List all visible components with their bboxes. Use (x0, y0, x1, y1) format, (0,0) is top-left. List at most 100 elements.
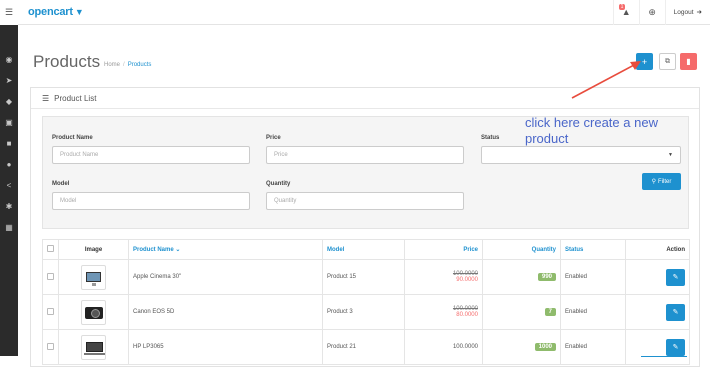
notification-badge: 1 (618, 3, 626, 10)
edit-button[interactable]: ✎ (666, 338, 685, 356)
edit-button[interactable]: ✎ (666, 268, 685, 286)
pencil-icon: ✎ (672, 344, 679, 351)
bar-chart-icon[interactable]: ▦ (0, 217, 18, 238)
gear-icon[interactable]: ✱ (0, 196, 18, 217)
model-label: Model (52, 181, 70, 187)
camera-icon (81, 299, 106, 325)
delete-product-button[interactable]: ▮ (680, 53, 697, 70)
sidebar: ☰ ◉ ➤ ◆ ▣ ■ ● < ✱ ▦ (0, 0, 18, 356)
action-header: Action (625, 239, 690, 260)
header-actions: 1 ▲ ⊕ Logout ➜ (612, 0, 710, 25)
breadcrumb: Home / Products (104, 62, 151, 68)
row-checkbox-cell (42, 259, 59, 295)
row-checkbox[interactable] (47, 307, 54, 315)
pencil-icon: ✎ (672, 309, 679, 316)
menu-icon[interactable]: ☰ (5, 7, 13, 18)
image-cell (58, 329, 129, 365)
action-cell: ✎ (625, 259, 690, 295)
edit-button[interactable]: ✎ (666, 303, 685, 321)
pencil-icon: ✎ (672, 274, 679, 281)
status-header[interactable]: Status (560, 239, 626, 260)
cart-icon[interactable]: ■ (0, 133, 18, 154)
table-row: Apple Cinema 30" Product 15 100.0000 90.0… (42, 259, 690, 295)
quantity-badge: 7 (544, 308, 556, 316)
status-cell: Enabled (560, 259, 626, 295)
model-cell: Product 21 (322, 329, 405, 365)
chevron-down-icon: ▼ (668, 152, 673, 158)
trash-icon: ▮ (686, 57, 691, 66)
quantity-header[interactable]: Quantity (482, 239, 561, 260)
monitor-icon[interactable]: ▣ (0, 112, 18, 133)
add-product-button[interactable]: + (636, 53, 653, 70)
image-header: Image (58, 239, 129, 260)
user-icon[interactable]: ● (0, 154, 18, 175)
table-row: HP LP3065 Product 21 100.0000 1000 Enabl… (42, 329, 690, 365)
model-cell: Product 3 (322, 294, 405, 330)
cart-logo-icon: ▼ (74, 7, 84, 17)
product-name-cell: Apple Cinema 30" (128, 259, 323, 295)
status-label: Status (481, 135, 500, 141)
breadcrumb-products[interactable]: Products (128, 62, 152, 68)
monitor-icon (81, 264, 106, 290)
list-icon: ☰ (42, 93, 50, 103)
breadcrumb-home[interactable]: Home (104, 62, 120, 68)
image-cell (58, 259, 129, 295)
status-cell: Enabled (560, 294, 626, 330)
product-name-cell: Canon EOS 5D (128, 294, 323, 330)
laptop-icon (81, 334, 106, 360)
search-icon: ⚲ (651, 179, 657, 185)
model-cell: Product 15 (322, 259, 405, 295)
tag-icon[interactable]: ➤ (0, 70, 18, 91)
sort-caret-icon: ⌄ (175, 247, 181, 253)
panel-title: Product List (54, 93, 97, 103)
quantity-badge: 990 (537, 273, 556, 281)
logo-text: opencart (28, 6, 73, 18)
product-name-header[interactable]: Product Name ⌄ (128, 239, 323, 260)
notifications-button[interactable]: 1 ▲ (612, 0, 639, 25)
opencart-logo[interactable]: opencart ▼ (28, 6, 84, 18)
quantity-badge: 1000 (534, 343, 556, 351)
product-name-header-label: Product Name (133, 247, 174, 253)
share-icon[interactable]: < (0, 175, 18, 196)
puzzle-icon[interactable]: ◆ (0, 91, 18, 112)
model-input[interactable]: Model (52, 192, 250, 210)
product-name-input[interactable]: Product Name (52, 146, 250, 164)
price-input[interactable]: Price (266, 146, 464, 164)
special-price: 80.0000 (456, 312, 478, 318)
annotation-text: click here create a new product (525, 115, 658, 146)
quantity-input[interactable]: Quantity (266, 192, 464, 210)
model-header[interactable]: Model (322, 239, 405, 260)
image-cell (58, 294, 129, 330)
price-header[interactable]: Price (404, 239, 483, 260)
quantity-cell: 1000 (482, 329, 561, 365)
product-table: Image Product Name ⌄ Model Price Quantit… (42, 239, 690, 365)
breadcrumb-separator: / (123, 62, 125, 68)
status-select[interactable]: ▼ (481, 146, 681, 164)
plus-icon: + (641, 56, 648, 67)
row-checkbox[interactable] (47, 272, 54, 280)
quantity-cell: 7 (482, 294, 561, 330)
copy-product-button[interactable]: ⧉ (659, 53, 676, 70)
filter-button-label: Filter (658, 178, 672, 185)
special-price: 90.0000 (456, 277, 478, 283)
row-checkbox[interactable] (47, 342, 54, 350)
price-label: Price (266, 135, 281, 141)
select-all-checkbox[interactable] (47, 245, 54, 252)
sidebar-toggle[interactable]: ☰ (0, 0, 18, 25)
quantity-label: Quantity (266, 181, 291, 187)
action-cell: ✎ (625, 329, 690, 365)
page-title: Products (33, 52, 101, 71)
action-cell: ✎ (625, 294, 690, 330)
product-name-cell: HP LP3065 (128, 329, 323, 365)
life-ring-icon: ⊕ (648, 6, 656, 17)
logout-label: Logout (673, 8, 694, 16)
dashboard-icon[interactable]: ◉ (0, 49, 18, 70)
filter-button[interactable]: ⚲ Filter (642, 173, 681, 190)
table-row: Canon EOS 5D Product 3 100.0000 80.0000 7… (42, 294, 690, 330)
help-button[interactable]: ⊕ (638, 0, 665, 25)
quantity-cell: 990 (482, 259, 561, 295)
logout-button[interactable]: Logout ➜ (664, 0, 710, 25)
row-checkbox-cell (42, 329, 59, 365)
table-header-row: Image Product Name ⌄ Model Price Quantit… (42, 239, 690, 260)
product-name-label: Product Name (52, 135, 93, 141)
